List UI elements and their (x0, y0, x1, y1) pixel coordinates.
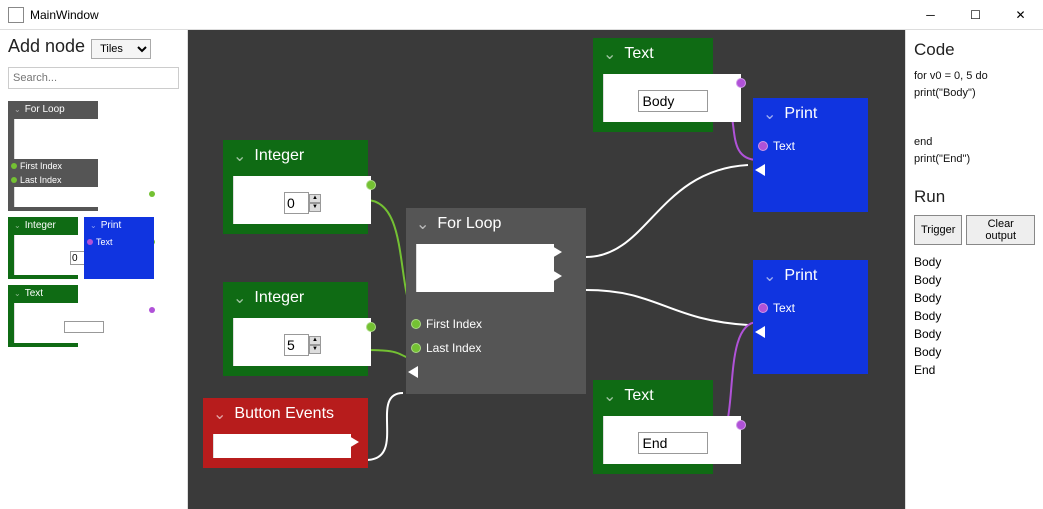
port-label: Last Index (426, 341, 481, 355)
port-label: Value (658, 74, 688, 88)
palette-text[interactable]: ⌄Text Value (8, 285, 78, 347)
port-in[interactable] (411, 319, 421, 329)
titlebar: MainWindow ─ ☐ ✕ (0, 0, 1043, 30)
node-title: Print (784, 105, 817, 123)
node-text-1[interactable]: ⌄Text Value (593, 38, 713, 132)
node-text-2[interactable]: ⌄Text Value (593, 380, 713, 474)
node-title: Print (784, 267, 817, 285)
sidebar-heading: Add node (8, 36, 85, 57)
port-in[interactable] (758, 141, 768, 151)
text-1-value[interactable] (638, 90, 708, 112)
integer-2-value[interactable] (284, 334, 309, 356)
right-panel: Code for v0 = 0, 5 do print("Body") end … (905, 30, 1043, 509)
port-out[interactable] (736, 78, 746, 88)
node-title: Text (624, 45, 653, 63)
port-label: Value (658, 416, 688, 430)
port-exec-in[interactable] (408, 366, 418, 378)
view-mode-select[interactable]: Tiles (91, 39, 151, 59)
port-label: Value (288, 318, 318, 332)
port-in[interactable] (758, 303, 768, 313)
palette-forloop[interactable]: ⌄For Loop Loop Body Loop End First Index… (8, 101, 98, 211)
trigger-button[interactable]: Trigger (914, 215, 962, 245)
spin-up[interactable]: ▲ (309, 194, 321, 203)
port-out[interactable] (366, 180, 376, 190)
port-label: First Index (426, 317, 482, 331)
port-label: Text (773, 301, 795, 315)
port-exec-out[interactable] (349, 436, 359, 448)
port-out[interactable] (736, 420, 746, 430)
app-icon (8, 7, 24, 23)
node-title: Integer (254, 147, 304, 165)
spin-down[interactable]: ▼ (309, 203, 321, 212)
node-button-events[interactable]: ⌄Button Events On Click (203, 398, 368, 468)
node-print-1[interactable]: ⌄Print Text (753, 98, 868, 212)
port-in[interactable] (411, 343, 421, 353)
port-exec-out[interactable] (552, 270, 562, 282)
close-button[interactable]: ✕ (998, 0, 1043, 30)
node-integer-1[interactable]: ⌄Integer Value ▲▼ (223, 140, 368, 234)
integer-1-value[interactable] (284, 192, 309, 214)
sidebar: Add node Tiles ⌄For Loop Loop Body Loop … (0, 30, 188, 509)
spin-up[interactable]: ▲ (309, 336, 321, 345)
port-exec-in[interactable] (755, 164, 765, 176)
minimize-button[interactable]: ─ (908, 0, 953, 30)
code-heading: Code (914, 40, 1035, 60)
canvas[interactable]: ⌄Integer Value ▲▼ ⌄Integer Value ▲▼ ⌄But… (188, 30, 905, 509)
clear-output-button[interactable]: Clear output (966, 215, 1035, 245)
window-title: MainWindow (30, 8, 908, 22)
text-2-value[interactable] (638, 432, 708, 454)
port-label: Loop Body (457, 244, 514, 258)
node-title: For Loop (437, 215, 501, 233)
port-out[interactable] (366, 322, 376, 332)
node-title: Integer (254, 289, 304, 307)
node-for-loop[interactable]: ⌄For Loop Loop Body Loop End First Index… (406, 208, 586, 394)
spin-down[interactable]: ▼ (309, 345, 321, 354)
node-print-2[interactable]: ⌄Print Text (753, 260, 868, 374)
run-heading: Run (914, 187, 1035, 207)
palette-integer[interactable]: ⌄Integer Value ▲▼ (8, 217, 78, 279)
port-label: Loop End (460, 268, 511, 282)
port-label: Value (288, 176, 318, 190)
node-integer-2[interactable]: ⌄Integer Value ▲▼ (223, 282, 368, 376)
palette-text-value[interactable] (64, 321, 104, 333)
port-exec-in[interactable] (755, 326, 765, 338)
port-exec-out[interactable] (552, 246, 562, 258)
palette-print[interactable]: ⌄Print Text (84, 217, 154, 279)
node-title: Text (624, 387, 653, 405)
search-input[interactable] (8, 67, 179, 89)
port-label: Text (773, 139, 795, 153)
port-label: On Click (260, 434, 305, 448)
code-block: for v0 = 0, 5 do print("Body") end print… (914, 68, 1035, 167)
maximize-button[interactable]: ☐ (953, 0, 998, 30)
output-block: BodyBodyBodyBodyBodyBodyEnd (914, 253, 1035, 379)
node-title: Button Events (234, 405, 334, 423)
